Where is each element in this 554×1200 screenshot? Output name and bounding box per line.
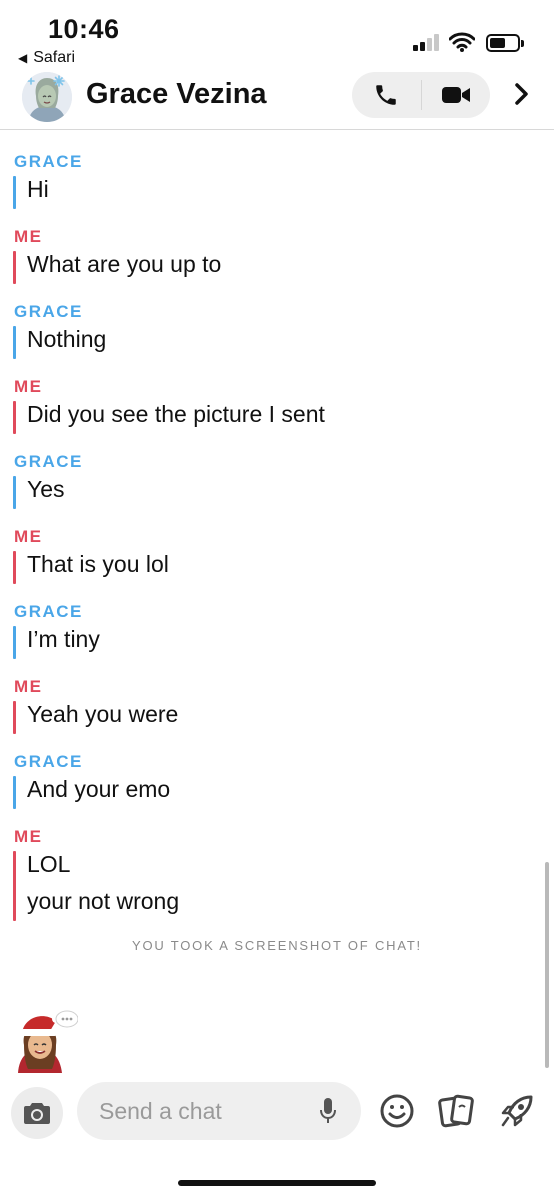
smiley-icon (380, 1094, 414, 1128)
message-text: What are you up to (27, 251, 222, 277)
message-sender: ME (14, 677, 43, 696)
message-sender: ME (14, 827, 43, 846)
message-accent-bar (13, 476, 16, 509)
message-accent-bar (13, 551, 16, 584)
contact-name[interactable]: Grace Vezina (86, 78, 267, 111)
message-text: Nothing (27, 326, 107, 352)
status-time: 10:46 (48, 14, 120, 44)
phone-icon (376, 85, 396, 105)
chevron-right-button[interactable] (508, 80, 536, 108)
message-accent-bar (13, 176, 16, 209)
wifi-icon (449, 32, 475, 52)
message-text: Did you see the picture I sent (27, 401, 325, 427)
message-sender: ME (14, 227, 43, 246)
message-text: LOL (27, 851, 71, 877)
chat-composer (0, 1080, 554, 1144)
message-sender: GRACE (14, 752, 83, 771)
message-text: Yeah you were (27, 701, 179, 727)
scrollbar[interactable] (545, 862, 549, 1068)
message-accent-bar (13, 776, 16, 809)
message-text: Yes (27, 476, 65, 502)
cellular-signal-icon (413, 33, 443, 51)
message-sender: ME (14, 377, 43, 396)
contact-avatar[interactable] (22, 72, 72, 122)
status-bar: 10:46 ◀ Safari (0, 0, 554, 70)
screenshot-notice: YOU TOOK A SCREENSHOT OF CHAT! (132, 938, 422, 953)
microphone-button[interactable] (316, 1096, 340, 1126)
message-text: Hi (27, 176, 49, 202)
message-sender: GRACE (14, 152, 83, 171)
emoji-button[interactable] (378, 1092, 416, 1130)
typing-bitmoji-icon (18, 1010, 78, 1073)
message-text: I’m tiny (27, 626, 100, 652)
rocket-button[interactable] (498, 1092, 536, 1130)
back-to-app-link[interactable]: ◀ Safari (18, 49, 75, 67)
bitmoji-avatar-icon (22, 72, 72, 122)
camera-button[interactable] (11, 1087, 63, 1139)
message-text: your not wrong (27, 888, 180, 914)
stickers-icon (438, 1094, 474, 1128)
message-accent-bar (13, 701, 16, 734)
message-sender: GRACE (14, 602, 83, 621)
video-call-button[interactable] (422, 72, 491, 118)
message-sender: ME (14, 527, 43, 546)
battery-icon (486, 34, 524, 52)
back-arrow-icon: ◀ (18, 51, 28, 65)
video-icon (441, 87, 470, 103)
message-accent-bar (13, 401, 16, 434)
call-buttons-group (352, 72, 490, 118)
microphone-icon (320, 1098, 336, 1123)
message-sender: GRACE (14, 302, 83, 321)
home-indicator[interactable] (178, 1180, 376, 1186)
back-app-label: Safari (33, 49, 76, 66)
message-accent-bar (13, 326, 16, 359)
rocket-icon (501, 1095, 533, 1127)
voice-call-button[interactable] (352, 72, 421, 118)
chevron-right-icon (515, 83, 528, 105)
stickers-button[interactable] (437, 1092, 475, 1130)
message-accent-bar (13, 626, 16, 659)
camera-icon (24, 1103, 50, 1124)
message-text: And your emo (27, 776, 171, 802)
message-text: That is you lol (27, 551, 169, 577)
message-accent-bar (13, 851, 16, 921)
chat-header: Grace Vezina (0, 70, 554, 130)
message-sender: GRACE (14, 452, 83, 471)
message-accent-bar (13, 251, 16, 284)
